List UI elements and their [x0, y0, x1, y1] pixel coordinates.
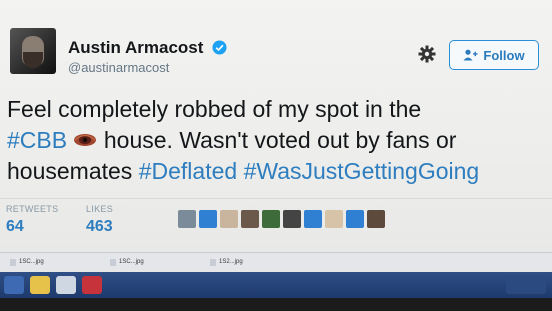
download-item[interactable]: 1S2...jpg: [210, 258, 300, 266]
liker-avatar[interactable]: [325, 210, 343, 228]
author-handle[interactable]: @austinarmacost: [68, 60, 169, 75]
file-icon: [110, 258, 116, 266]
liker-avatar[interactable]: [220, 210, 238, 228]
liker-avatar[interactable]: [241, 210, 259, 228]
avatar-beard: [23, 52, 43, 68]
author-name[interactable]: Austin Armacost: [68, 38, 203, 57]
chrome-icon[interactable]: [56, 276, 76, 294]
system-tray[interactable]: [506, 276, 546, 294]
author-name-row[interactable]: Austin Armacost: [68, 38, 227, 58]
likers-avatars: [178, 210, 385, 228]
liker-avatar[interactable]: [367, 210, 385, 228]
liker-avatar[interactable]: [346, 210, 364, 228]
hashtag-wasjustgettinggoing[interactable]: #WasJustGettingGoing: [244, 158, 480, 184]
liker-avatar[interactable]: [304, 210, 322, 228]
taskbar-app-icon[interactable]: [82, 276, 102, 294]
verified-badge-icon: [212, 40, 227, 55]
downloads-bar: 1SC...jpg 1SC...jpg 1S2...jpg: [0, 252, 552, 271]
liker-avatar[interactable]: [262, 210, 280, 228]
stats-divider: [0, 198, 552, 199]
avatar[interactable]: [10, 28, 56, 74]
retweets-count[interactable]: 64: [6, 218, 24, 236]
follow-button-label: Follow: [483, 47, 525, 63]
add-user-icon: [463, 49, 478, 61]
gear-icon[interactable]: [417, 44, 437, 64]
start-button-icon[interactable]: [4, 276, 24, 294]
hashtag-deflated[interactable]: #Deflated: [139, 158, 237, 184]
file-icon: [210, 258, 216, 266]
cbb-eye-emoji-icon: [74, 134, 97, 146]
download-item[interactable]: 1SC...jpg: [110, 258, 200, 266]
download-filename: 1S2...jpg: [219, 259, 243, 265]
monitor-bezel-logo: [244, 302, 304, 311]
likes-count[interactable]: 463: [86, 218, 113, 236]
liker-avatar[interactable]: [283, 210, 301, 228]
likes-label[interactable]: LIKES: [86, 204, 113, 214]
download-filename: 1SC...jpg: [19, 259, 44, 265]
download-filename: 1SC...jpg: [119, 259, 144, 265]
liker-avatar[interactable]: [178, 210, 196, 228]
screen: Austin Armacost @austinarmacost Follow F…: [0, 0, 552, 298]
download-item[interactable]: 1SC...jpg: [10, 258, 100, 266]
tweet-text: Feel completely robbed of my spot in the…: [7, 94, 547, 187]
hashtag-cbb[interactable]: #CBB: [7, 127, 67, 153]
follow-button[interactable]: Follow: [449, 40, 539, 70]
file-icon: [10, 258, 16, 266]
liker-avatar[interactable]: [199, 210, 217, 228]
folder-icon[interactable]: [30, 276, 50, 294]
tweet-text-part1: Feel completely robbed of my spot in the: [7, 96, 422, 122]
retweets-label[interactable]: RETWEETS: [6, 204, 58, 214]
taskbar: [0, 272, 552, 298]
